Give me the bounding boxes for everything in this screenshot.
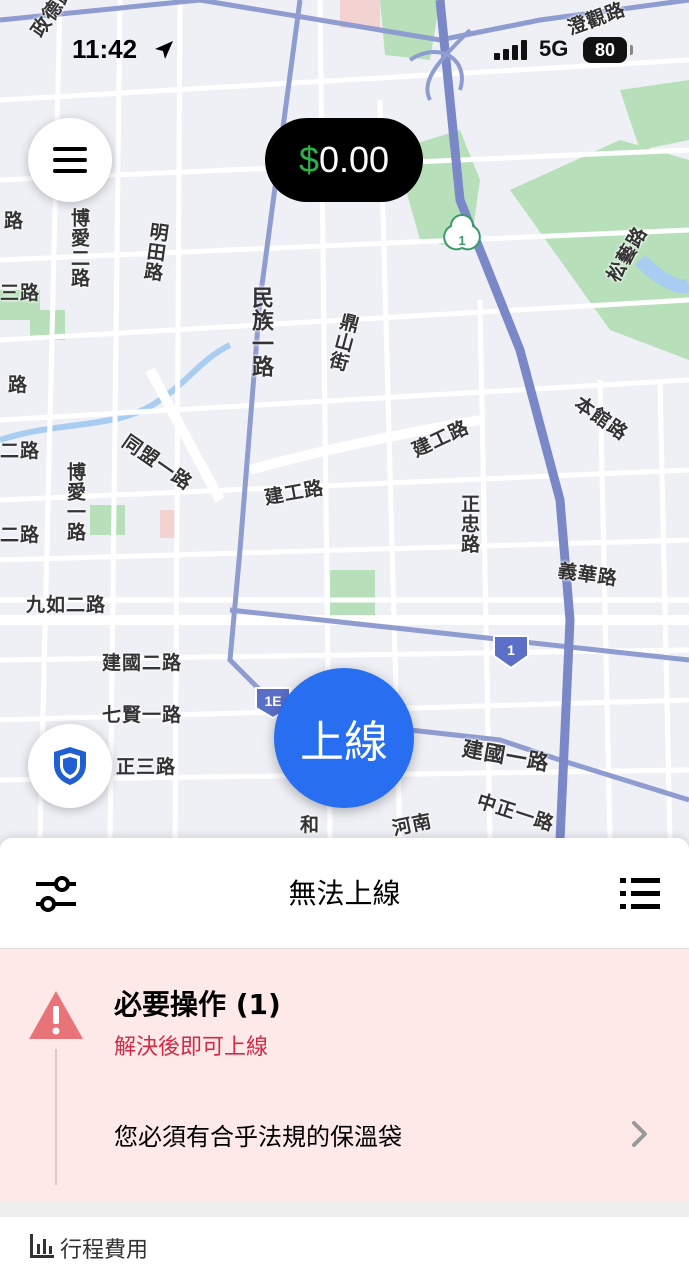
action-required-panel[interactable]: 必要操作 (1) 解決後即可上線 您必須有合乎法規的保溫袋 xyxy=(0,949,689,1201)
list-icon[interactable] xyxy=(618,872,662,916)
battery-nub xyxy=(630,45,633,55)
warning-icon xyxy=(29,991,83,1039)
map-label: 正忠路 xyxy=(458,494,480,554)
shield-label: 1E xyxy=(264,693,281,709)
go-online-button[interactable]: 上線 xyxy=(274,668,414,808)
map-label: 博愛二路 xyxy=(68,208,90,288)
location-arrow-icon xyxy=(155,41,173,59)
shield-icon xyxy=(54,747,86,785)
earnings-pill[interactable]: $0.00 xyxy=(265,118,423,202)
bottom-sheet: 無法上線 必要操作 (1) 解決後即可上線 您必須有合乎法規的保溫袋 行程費用 xyxy=(0,838,689,1280)
section-divider xyxy=(0,1201,689,1217)
map-label: 路 xyxy=(8,374,29,396)
alert-title: 必要操作 (1) xyxy=(114,988,281,1021)
battery-icon: 80 xyxy=(583,37,627,63)
timeline-line xyxy=(55,1049,57,1185)
map-label: 三路 xyxy=(0,282,41,304)
map-label: 路 xyxy=(4,210,25,232)
alert-subtitle: 解決後即可上線 xyxy=(114,1035,269,1060)
sheet-header: 無法上線 xyxy=(0,838,689,949)
map-label: 和 xyxy=(300,814,321,836)
trip-earnings-label[interactable]: 行程費用 xyxy=(60,1232,148,1264)
map-label: 正三路 xyxy=(116,756,177,778)
earnings-amount: 0.00 xyxy=(318,139,390,180)
map-label: 七賢一路 xyxy=(102,704,183,726)
chevron-right-icon[interactable] xyxy=(628,1119,652,1149)
cellular-signal-icon xyxy=(494,40,527,60)
map-label: 九如二路 xyxy=(26,594,107,616)
safety-toolkit-button[interactable] xyxy=(28,724,112,808)
map-label: 二路 xyxy=(0,440,41,462)
alert-item-insulated-bag[interactable]: 您必須有合乎法規的保溫袋 xyxy=(114,1117,402,1152)
network-type: 5G xyxy=(539,36,569,61)
menu-button[interactable] xyxy=(28,118,112,202)
shield-label: 1 xyxy=(507,642,515,658)
clock: 11:42 xyxy=(72,34,138,64)
currency-symbol: $ xyxy=(298,139,319,180)
map-label: 民族一路 xyxy=(248,286,273,378)
map-label: 博愛一路 xyxy=(64,462,86,542)
shield-label: 1 xyxy=(458,233,465,248)
hamburger-icon xyxy=(53,147,87,173)
status-bar: 11:42 5G 80 xyxy=(0,28,689,72)
map-label: 二路 xyxy=(0,524,41,546)
sheet-title: 無法上線 xyxy=(288,877,401,910)
bar-chart-icon xyxy=(30,1234,54,1258)
map-label: 建國二路 xyxy=(102,652,183,674)
